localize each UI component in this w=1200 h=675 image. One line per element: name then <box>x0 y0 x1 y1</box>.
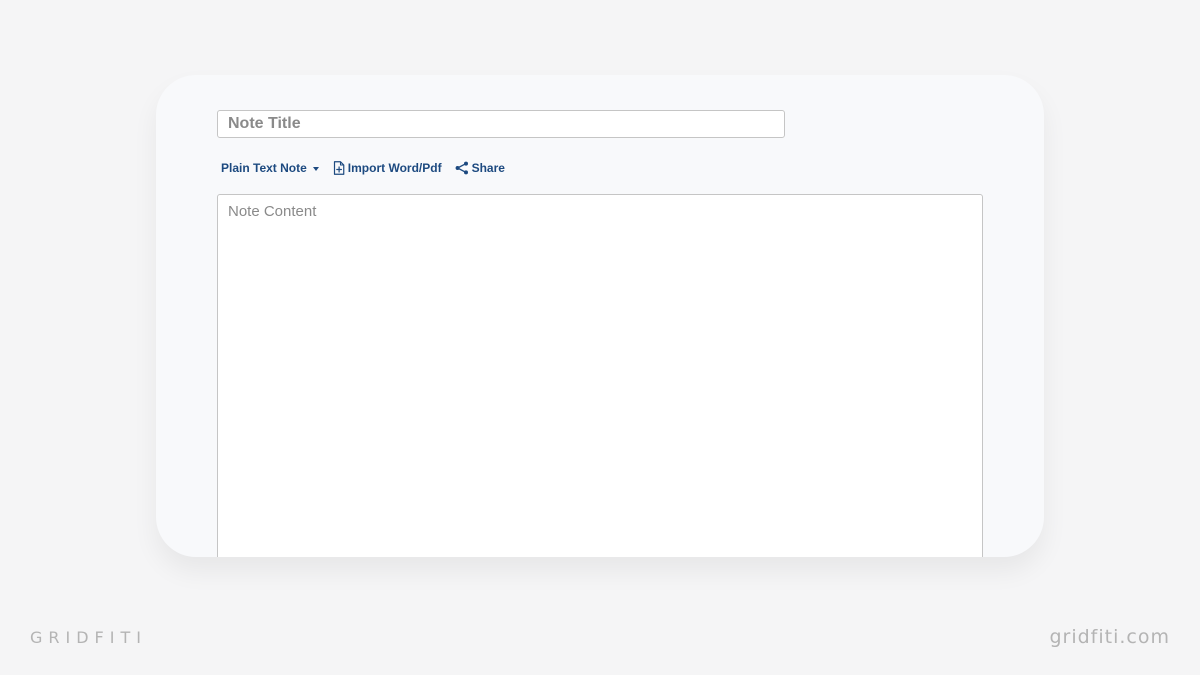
document-import-icon <box>333 161 345 175</box>
note-type-dropdown[interactable]: Plain Text Note <box>221 161 319 175</box>
note-type-label: Plain Text Note <box>221 161 307 175</box>
note-editor-card: Plain Text Note Import Word/Pdf <box>156 75 1044 557</box>
import-word-pdf-button[interactable]: Import Word/Pdf <box>333 161 442 175</box>
brand-watermark-left: GRIDFITI <box>30 628 147 647</box>
share-button[interactable]: Share <box>455 161 505 175</box>
note-title-input[interactable] <box>217 110 785 138</box>
chevron-down-icon <box>312 166 319 171</box>
note-toolbar: Plain Text Note Import Word/Pdf Share <box>221 158 505 178</box>
brand-watermark-right: gridfiti.com <box>1049 626 1170 648</box>
share-icon <box>455 161 469 175</box>
note-content-textarea[interactable] <box>217 194 983 557</box>
import-label: Import Word/Pdf <box>347 161 442 175</box>
share-label: Share <box>471 161 505 175</box>
